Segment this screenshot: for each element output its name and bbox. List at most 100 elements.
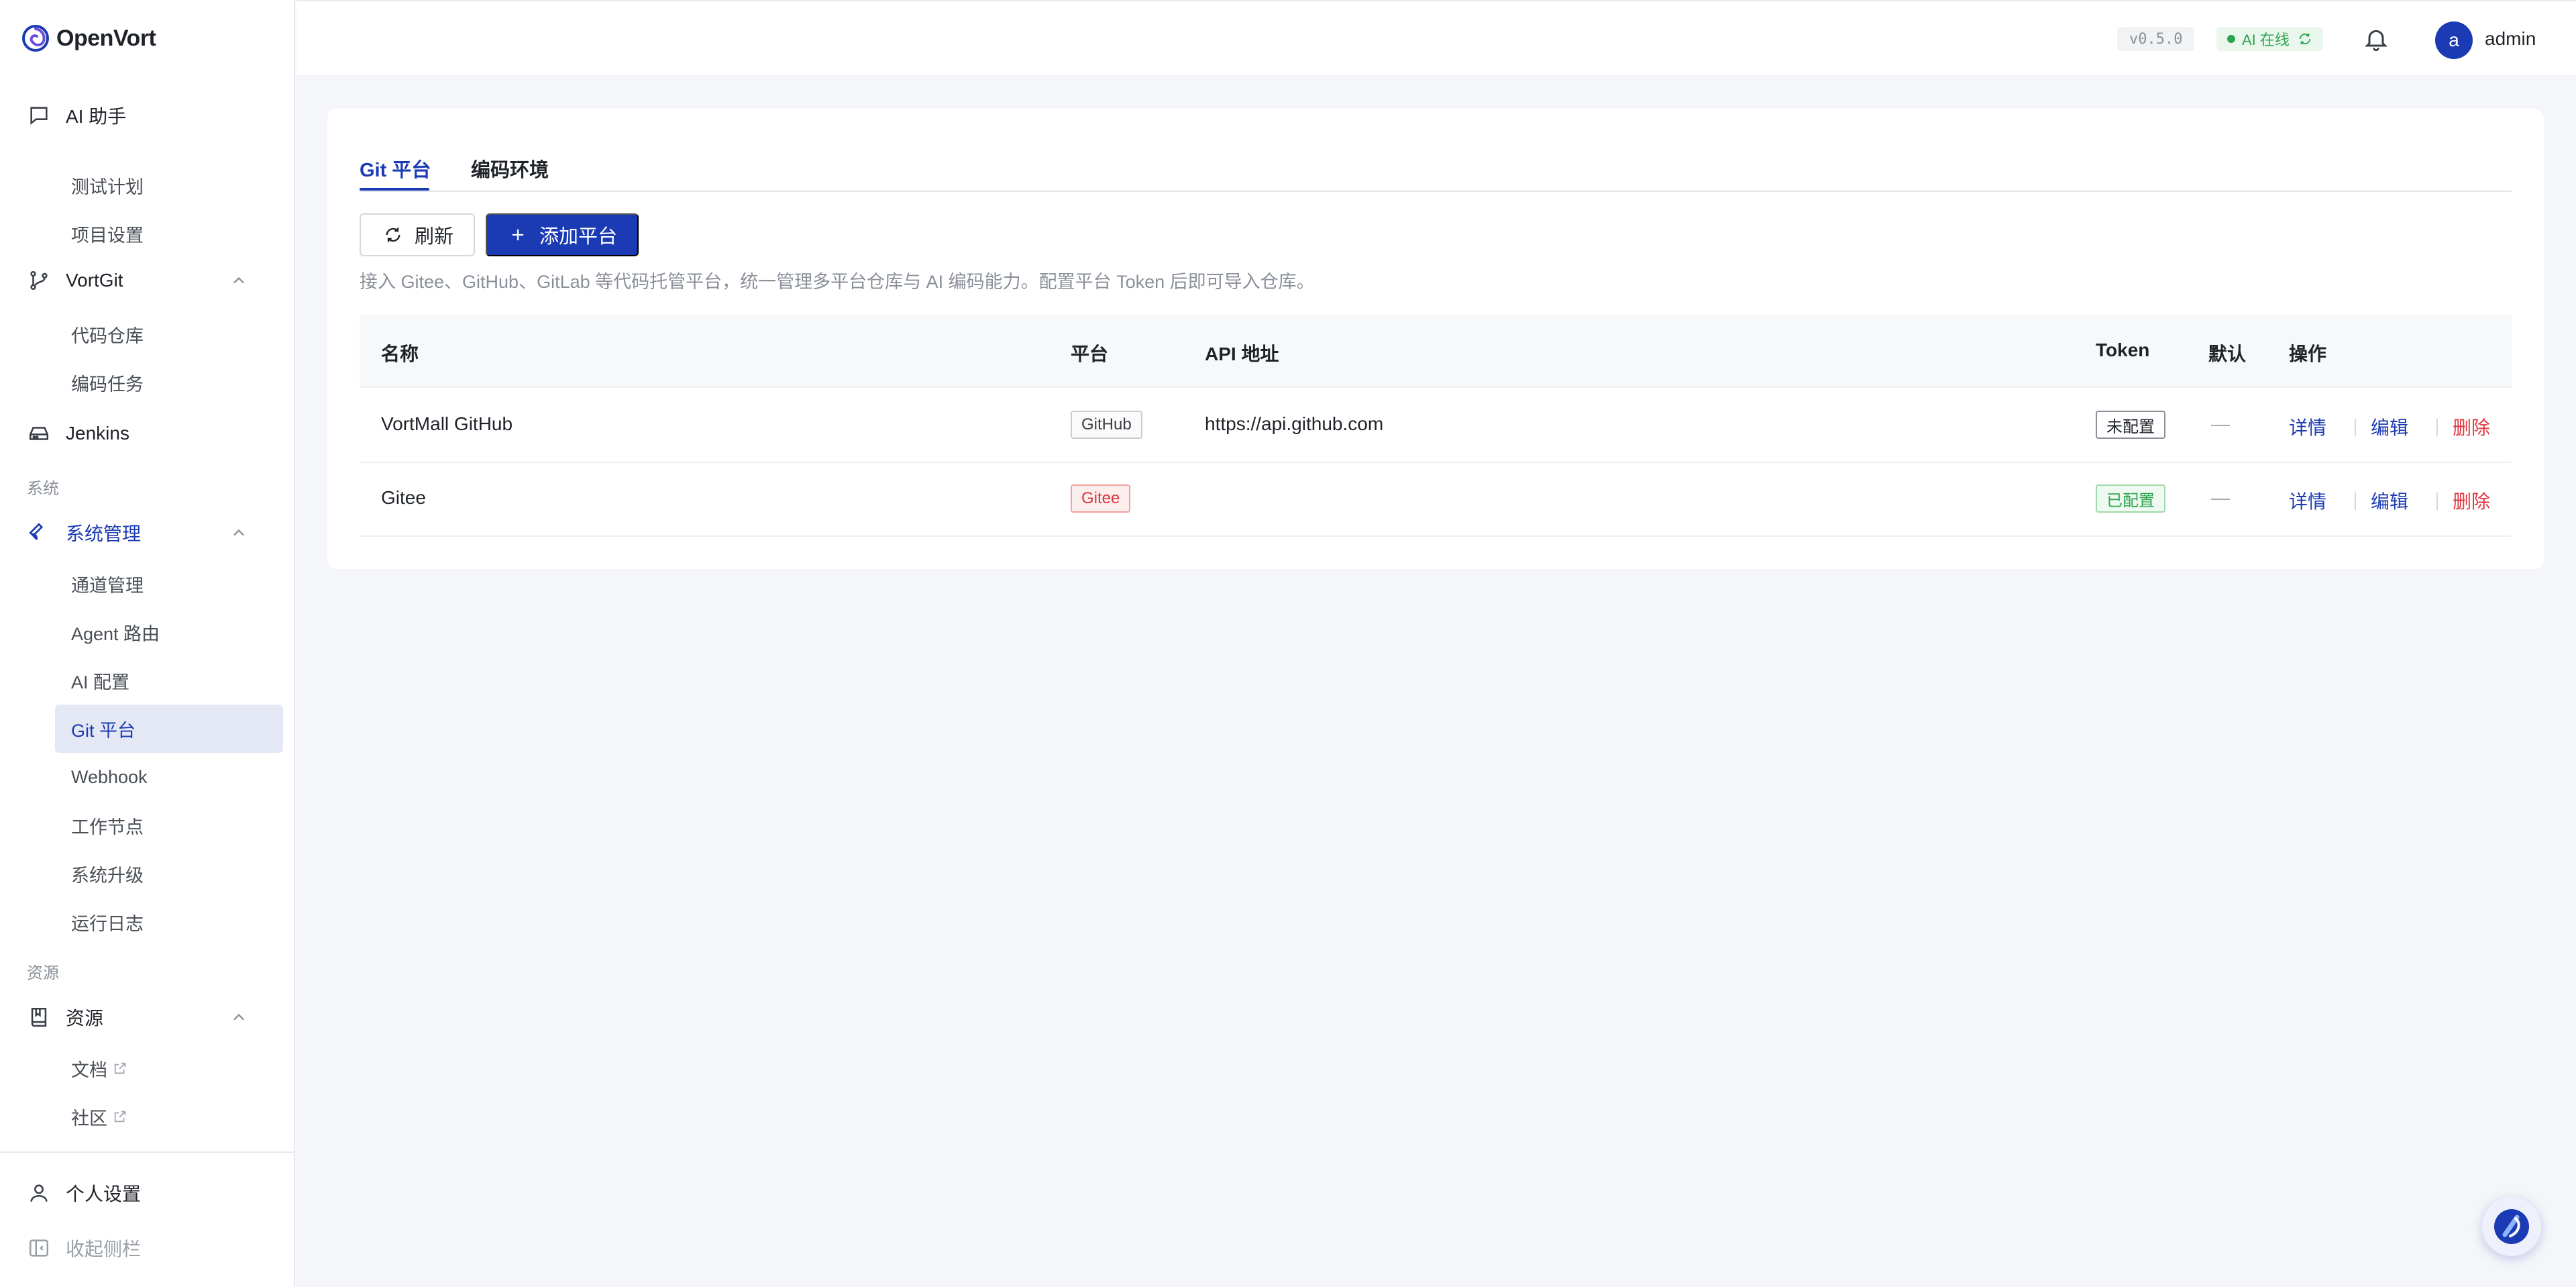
platform-name: VortMall GitHub <box>381 413 513 434</box>
sidebar: OpenVort AI 助手 测试计划 项目设置 VortGit 代码仓库 编码… <box>0 0 295 1287</box>
sidebar-group-vortgit[interactable]: VortGit <box>27 264 268 297</box>
sidebar-group-resources[interactable]: 资源 <box>27 1001 268 1033</box>
external-link-icon <box>114 1062 126 1074</box>
nav-label: 收起侧栏 <box>66 1239 142 1259</box>
api-url: https://api.github.com <box>1205 413 1384 434</box>
detail-link[interactable]: 详情 <box>2289 487 2326 514</box>
refresh-icon[interactable] <box>2298 32 2312 46</box>
plus-icon <box>512 229 524 241</box>
delete-link[interactable]: 删除 <box>2453 413 2490 440</box>
openvort-swirl-icon <box>2494 1209 2529 1244</box>
sidebar-item-git-platform[interactable]: Git 平台 <box>55 705 283 753</box>
server-icon <box>27 421 51 446</box>
nav-label: VortGit <box>66 270 123 291</box>
default-value: — <box>2211 487 2230 508</box>
tab-coding-env[interactable]: 编码环境 <box>471 154 549 183</box>
token-status-badge: 已配置 <box>2096 484 2165 513</box>
sidebar-item-run-logs[interactable]: 运行日志 <box>55 898 283 946</box>
sidebar-item-coding-tasks[interactable]: 编码任务 <box>55 358 283 407</box>
refresh-label: 刷新 <box>415 226 454 248</box>
sidebar-item-docs[interactable]: 文档 <box>55 1044 283 1092</box>
platform-tag: GitHub <box>1071 411 1142 439</box>
collapse-sidebar-button[interactable]: 收起侧栏 <box>27 1232 141 1264</box>
floating-assistant-button[interactable] <box>2482 1197 2541 1256</box>
sidebar-item-worker-nodes[interactable]: 工作节点 <box>55 801 283 850</box>
sidebar-nav-scroll[interactable]: 测试计划 项目设置 VortGit 代码仓库 编码任务 Jenkins 系统 系… <box>0 158 295 1146</box>
user-icon <box>27 1181 51 1205</box>
sidebar-item-jenkins[interactable]: Jenkins <box>27 417 268 450</box>
openvort-swirl-icon <box>22 25 49 52</box>
sidebar-group-system-admin[interactable]: 系统管理 <box>27 517 268 549</box>
add-platform-button[interactable]: 添加平台 <box>486 213 639 256</box>
nav-label: AI 助手 <box>66 106 127 127</box>
action-divider <box>2355 419 2356 436</box>
nav-ai-assistant[interactable]: AI 助手 <box>27 99 268 132</box>
table-row[interactable]: VortMall GitHub GitHub https://api.githu… <box>360 389 2512 463</box>
add-platform-label: 添加平台 <box>539 226 618 248</box>
delete-link[interactable]: 删除 <box>2453 487 2490 514</box>
token-status-badge: 未配置 <box>2096 411 2165 439</box>
ai-status-badge[interactable]: AI 在线 <box>2216 27 2323 51</box>
edit-link[interactable]: 编辑 <box>2371 413 2408 440</box>
book-icon <box>27 1005 51 1029</box>
refresh-button[interactable]: 刷新 <box>360 213 475 256</box>
status-dot-icon <box>2227 35 2235 43</box>
app-logo[interactable]: OpenVort <box>21 23 156 54</box>
sidebar-item-webhook[interactable]: Webhook <box>55 753 283 801</box>
external-link-icon <box>114 1111 126 1123</box>
table-header: 名称 平台 API 地址 Token 默认 操作 <box>360 315 2512 388</box>
nav-label: 个人设置 <box>66 1184 142 1204</box>
detail-link[interactable]: 详情 <box>2289 413 2326 440</box>
nav-label: 系统管理 <box>66 523 142 544</box>
column-header-token: Token <box>2096 340 2150 360</box>
column-header-platform: 平台 <box>1071 344 1109 364</box>
platform-tag: Gitee <box>1071 484 1131 513</box>
chevron-up-icon[interactable] <box>229 271 248 290</box>
column-header-actions: 操作 <box>2289 344 2327 364</box>
section-label-resources: 资源 <box>27 964 59 982</box>
nav-personal-settings[interactable]: 个人设置 <box>27 1177 141 1209</box>
action-divider <box>2436 493 2438 510</box>
action-divider <box>2436 419 2438 436</box>
username[interactable]: admin <box>2485 28 2536 50</box>
sidebar-item-system-upgrade[interactable]: 系统升级 <box>55 850 283 898</box>
action-divider <box>2355 493 2356 510</box>
sidebar-item-ai-config[interactable]: AI 配置 <box>55 656 283 705</box>
chevron-up-icon[interactable] <box>229 523 248 542</box>
sidebar-item-test-plan[interactable]: 测试计划 <box>55 161 283 209</box>
default-value: — <box>2211 413 2230 434</box>
bell-icon[interactable] <box>2363 25 2390 52</box>
tab-git-platform[interactable]: Git 平台 <box>360 154 431 183</box>
chevron-up-icon[interactable] <box>229 1008 248 1027</box>
column-header-default: 默认 <box>2208 344 2247 364</box>
nav-label: 社区 <box>71 1108 107 1129</box>
wrench-icon <box>27 521 51 545</box>
sidebar-item-agent-routing[interactable]: Agent 路由 <box>55 608 283 656</box>
nav-label: 文档 <box>71 1060 107 1080</box>
sidebar-item-project-settings[interactable]: 项目设置 <box>55 209 283 258</box>
version-badge: v0.5.0 <box>2117 27 2195 51</box>
sidebar-item-channels[interactable]: 通道管理 <box>55 560 283 608</box>
tab-bar: Git 平台 编码环境 <box>360 149 2512 192</box>
refresh-icon <box>386 227 400 242</box>
edit-link[interactable]: 编辑 <box>2371 487 2408 514</box>
table-row[interactable]: Gitee Gitee 已配置 — 详情 编辑 删除 <box>360 463 2512 537</box>
top-header: v0.5.0 AI 在线 a admin <box>297 0 2576 75</box>
git-branch-icon <box>27 268 51 293</box>
avatar[interactable]: a <box>2435 21 2473 59</box>
section-label-system: 系统 <box>27 480 59 498</box>
sidebar-item-community[interactable]: 社区 <box>55 1092 283 1141</box>
ai-status-text: AI 在线 <box>2242 32 2290 48</box>
sidebar-item-code-repos[interactable]: 代码仓库 <box>55 310 283 358</box>
chat-bubble-icon <box>27 103 51 127</box>
git-platform-card: Git 平台 编码环境 刷新 添加平台 接入 Gitee、GitHub、GitL… <box>327 109 2544 569</box>
nav-label: Jenkins <box>66 423 129 444</box>
page-description: 接入 Gitee、GitHub、GitLab 等代码托管平台，统一管理多平台仓库… <box>360 272 1315 292</box>
column-header-api: API 地址 <box>1205 344 1279 364</box>
active-tab-indicator <box>360 188 429 191</box>
app-name: OpenVort <box>56 25 156 51</box>
sidebar-collapse-icon <box>27 1236 51 1260</box>
sidebar-divider <box>0 1151 295 1153</box>
column-header-name: 名称 <box>381 344 419 364</box>
platform-name: Gitee <box>381 487 426 508</box>
